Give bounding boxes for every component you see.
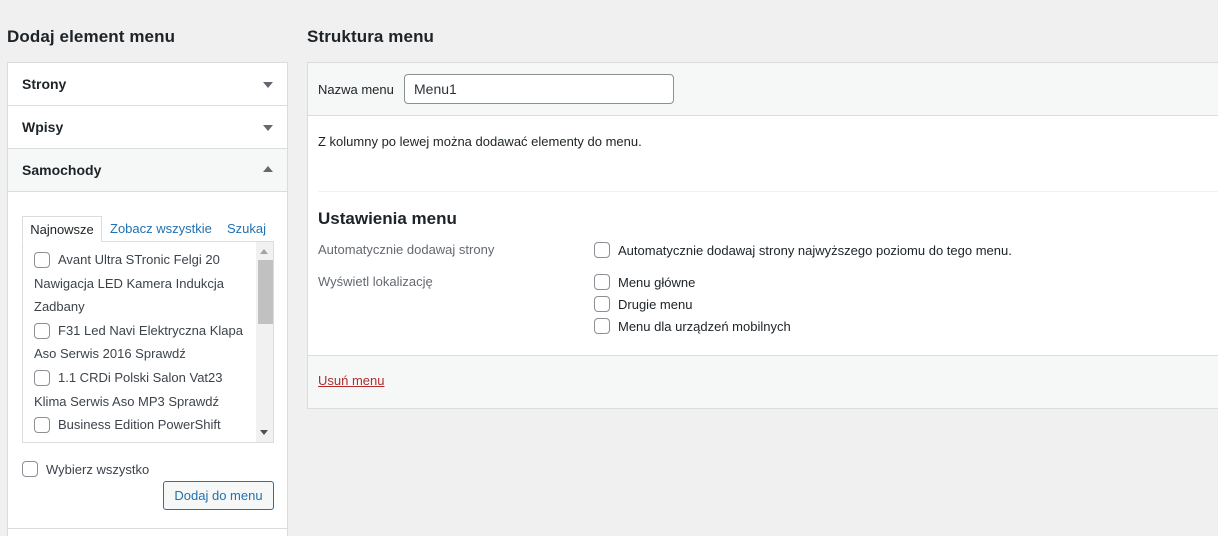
item-checkbox[interactable] xyxy=(34,251,50,268)
menu-structure-panel: Nazwa menu Z kolumny po lewej można doda… xyxy=(307,62,1218,409)
chevron-down-icon xyxy=(263,125,273,131)
list-item[interactable]: Avant Ultra STronic Felgi 20 xyxy=(34,248,254,272)
location-option-secondary[interactable]: Drugie menu xyxy=(594,296,692,312)
item-label: Business Edition PowerShift xyxy=(58,417,221,433)
section-cars-header[interactable]: Samochody xyxy=(8,149,287,192)
chevron-up-icon xyxy=(263,166,273,172)
location-checkbox[interactable] xyxy=(594,296,610,312)
item-checkbox[interactable] xyxy=(34,322,50,339)
scrollbar-thumb[interactable] xyxy=(258,260,273,324)
section-cars-label: Samochody xyxy=(22,162,102,178)
tab-view-all[interactable]: Zobacz wszystkie xyxy=(110,216,212,242)
item-checkbox[interactable] xyxy=(34,416,50,433)
menu-name-label: Nazwa menu xyxy=(318,82,394,97)
location-label: Menu główne xyxy=(618,274,696,290)
item-checkbox[interactable] xyxy=(34,369,50,386)
select-all-checkbox[interactable] xyxy=(22,461,38,477)
cars-list: Avant Ultra STronic Felgi 20 Nawigacja L… xyxy=(34,248,254,437)
item-label: Avant Ultra STronic Felgi 20 xyxy=(58,252,220,267)
menu-instructions: Z kolumny po lewej można dodawać element… xyxy=(318,134,642,149)
section-posts-label: Wpisy xyxy=(22,119,64,135)
select-all-control[interactable]: Wybierz wszystko xyxy=(22,461,149,477)
location-checkbox[interactable] xyxy=(594,274,610,290)
display-location-label: Wyświetl lokalizację xyxy=(318,274,433,289)
list-item-continued: Aso Serwis 2016 Sprawdź xyxy=(34,346,186,362)
section-posts-header[interactable]: Wpisy xyxy=(8,106,287,149)
menu-settings-title: Ustawienia menu xyxy=(318,209,457,228)
auto-add-pages-option[interactable]: Automatycznie dodawaj strony najwyższego… xyxy=(594,242,1012,258)
section-cars-body: Najnowsze Zobacz wszystkie Szukaj Avant … xyxy=(8,192,287,528)
item-label: F31 Led Navi Elektryczna Klapa xyxy=(58,322,243,338)
divider xyxy=(318,191,1218,192)
list-scrollbar[interactable] xyxy=(256,242,273,442)
list-item[interactable]: 1.1 CRDi Polski Salon Vat23 xyxy=(34,366,254,390)
section-pages-label: Strony xyxy=(22,76,67,92)
menu-name-input[interactable] xyxy=(404,74,674,104)
list-item-continued: Klima Serwis Aso MP3 Sprawdź xyxy=(34,393,219,409)
auto-add-pages-text: Automatycznie dodawaj strony najwyższego… xyxy=(618,242,1012,258)
auto-add-pages-checkbox[interactable] xyxy=(594,242,610,258)
list-item[interactable]: F31 Led Navi Elektryczna Klapa xyxy=(34,319,254,343)
add-to-menu-button[interactable]: Dodaj do menu xyxy=(163,481,274,510)
add-menu-items-panel: Strony Wpisy Samochody Najnowsze Zobacz … xyxy=(7,62,288,536)
location-option-mobile[interactable]: Menu dla urządzeń mobilnych xyxy=(594,318,791,334)
list-item-continued: Nawigacja LED Kamera Indukcja xyxy=(34,275,225,291)
tab-search[interactable]: Szukaj xyxy=(227,216,266,242)
location-option-primary[interactable]: Menu główne xyxy=(594,274,695,290)
auto-add-pages-label: Automatycznie dodawaj strony xyxy=(318,242,495,257)
menu-footer-bar: Usuń menu xyxy=(308,355,1218,408)
location-label: Drugie menu xyxy=(618,296,693,312)
cars-list-panel: Avant Ultra STronic Felgi 20 Nawigacja L… xyxy=(22,241,274,443)
select-all-label: Wybierz wszystko xyxy=(46,461,150,477)
divider xyxy=(8,528,287,529)
list-item[interactable]: Business Edition PowerShift xyxy=(34,413,254,437)
location-checkbox[interactable] xyxy=(594,318,610,334)
location-label: Menu dla urządzeń mobilnych xyxy=(618,318,791,334)
section-pages-header[interactable]: Strony xyxy=(8,63,287,106)
menu-name-bar: Nazwa menu xyxy=(308,63,1218,116)
item-label: 1.1 CRDi Polski Salon Vat23 xyxy=(58,369,223,385)
chevron-down-icon xyxy=(263,82,273,88)
delete-menu-link[interactable]: Usuń menu xyxy=(318,373,384,388)
add-menu-item-heading: Dodaj element menu xyxy=(7,27,176,46)
menu-structure-heading: Struktura menu xyxy=(307,27,435,46)
cars-tabs: Najnowsze Zobacz wszystkie Szukaj xyxy=(22,216,274,242)
tab-most-recent[interactable]: Najnowsze xyxy=(22,216,102,242)
list-item-continued: Zadbany xyxy=(34,299,85,315)
scroll-down-arrow-icon[interactable] xyxy=(260,430,268,435)
scroll-up-arrow-icon[interactable] xyxy=(260,249,268,254)
